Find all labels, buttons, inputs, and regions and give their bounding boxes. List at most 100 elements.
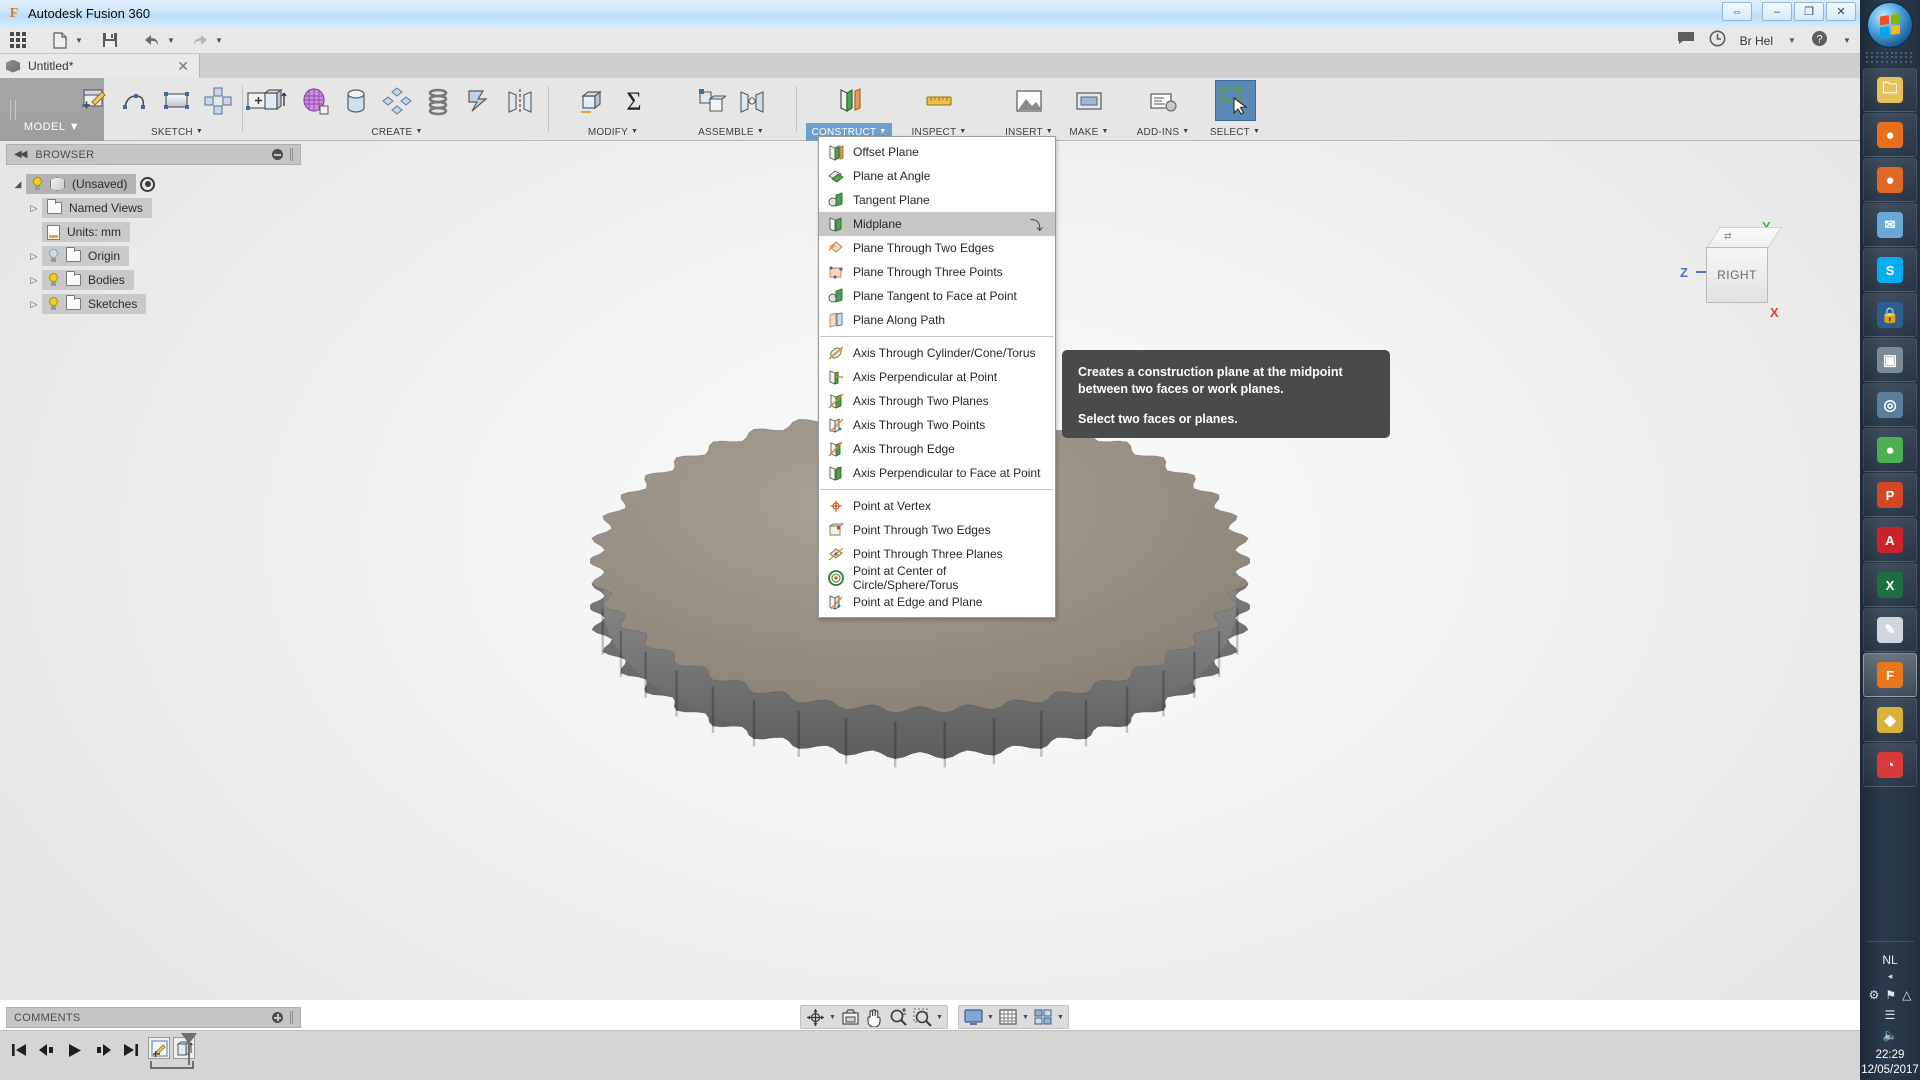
offset-plane-icon[interactable]: [829, 80, 870, 121]
display-chevron-down-icon[interactable]: ▼: [985, 1014, 996, 1021]
taskbar-item-disc[interactable]: ◎: [1863, 383, 1917, 427]
ribbon-group-label-modify[interactable]: MODIFY▼: [558, 123, 668, 141]
taskbar-date[interactable]: 12/05/2017: [1860, 1064, 1920, 1076]
ribbon-group-label-sketch[interactable]: SKETCH▼: [118, 123, 236, 141]
menu-item-axis-through-edge[interactable]: Axis Through Edge: [819, 437, 1055, 461]
sigma-icon[interactable]: Σ: [613, 80, 654, 121]
menu-item-plane-at-angle[interactable]: Plane at Angle: [819, 164, 1055, 188]
menu-item-tangent-plane[interactable]: Tangent Plane: [819, 188, 1055, 212]
add-comment-icon[interactable]: [272, 1012, 283, 1023]
ribbon-group-label-select[interactable]: SELECT▼: [1200, 123, 1270, 141]
ribbon-group-label-assemble[interactable]: ASSEMBLE▼: [676, 123, 786, 141]
ribbon-group-label-create[interactable]: CREATE▼: [252, 123, 542, 141]
action-center-icon[interactable]: ☰: [1885, 1008, 1896, 1022]
zoom-chevron-down-icon[interactable]: ▼: [934, 1014, 945, 1021]
spline-icon[interactable]: [116, 80, 157, 121]
menu-item-axis-perpendicular-at-point[interactable]: Axis Perpendicular at Point: [819, 365, 1055, 389]
menu-item-plane-along-path[interactable]: Plane Along Path: [819, 308, 1055, 332]
language-indicator[interactable]: NL: [1860, 945, 1920, 971]
visibility-bulb-icon[interactable]: [31, 177, 43, 191]
account-name[interactable]: Br Hel: [1740, 34, 1773, 48]
mirror-icon[interactable]: [500, 80, 541, 121]
taskbar-item-acrobat[interactable]: A: [1863, 518, 1917, 562]
taskbar-item-fusion360[interactable]: F: [1863, 653, 1917, 697]
display-settings-icon[interactable]: [961, 1007, 985, 1028]
taskbar-item-notepad[interactable]: ✎: [1863, 608, 1917, 652]
view-cube[interactable]: Y Z X ⇄ RIGHT: [1678, 219, 1796, 329]
undo-chevron-down-icon[interactable]: ▼: [166, 29, 176, 51]
new-component-icon[interactable]: [690, 80, 731, 121]
dropbox-icon[interactable]: ⚙: [1869, 988, 1880, 1002]
tree-item-named-views[interactable]: ▷ Named Views: [10, 196, 305, 220]
comments-resize-grip[interactable]: [290, 1011, 293, 1024]
save-icon[interactable]: [98, 29, 122, 51]
press-pull-icon[interactable]: [572, 80, 613, 121]
ribbon-group-label-addins[interactable]: ADD-INS▼: [1120, 123, 1206, 141]
select-window-icon[interactable]: [1215, 80, 1256, 121]
menu-item-midplane[interactable]: Midplane⤵: [819, 212, 1055, 236]
expander-collapsed-icon[interactable]: ▷: [26, 275, 42, 286]
viewports-chevron-down-icon[interactable]: ▼: [1055, 1014, 1066, 1021]
orbit-chevron-down-icon[interactable]: ▼: [827, 1014, 838, 1021]
play-icon[interactable]: [66, 1041, 84, 1059]
menu-item-offset-plane[interactable]: Offset Plane: [819, 140, 1055, 164]
visibility-bulb-icon[interactable]: [47, 273, 59, 287]
browser-resize-grip[interactable]: [290, 148, 293, 161]
taskbar-item-chrome[interactable]: ●: [1863, 428, 1917, 472]
close-button[interactable]: ✕: [1826, 2, 1856, 21]
collapse-browser-icon[interactable]: ◀◀: [14, 149, 25, 160]
taskbar-grip[interactable]: [1866, 52, 1914, 64]
help-icon[interactable]: ?: [1811, 30, 1828, 52]
taskbar-item-monitor[interactable]: ▣: [1863, 338, 1917, 382]
account-chevron-down-icon[interactable]: ▼: [1787, 30, 1797, 52]
sketch-pattern-icon[interactable]: [198, 80, 239, 121]
menu-item-point-through-two-edges[interactable]: Point Through Two Edges: [819, 518, 1055, 542]
taskbar-clock[interactable]: 22:29: [1860, 1046, 1920, 1064]
windows-start-orb-icon[interactable]: [1867, 2, 1913, 48]
view-cube-top-face[interactable]: [1706, 227, 1782, 249]
measure-icon[interactable]: [919, 80, 960, 121]
taskbar-item-skype[interactable]: S: [1863, 248, 1917, 292]
visibility-bulb-icon[interactable]: [47, 249, 59, 263]
flag-icon[interactable]: ⚑: [1885, 988, 1896, 1002]
taskbar-item-lock[interactable]: 🔒: [1863, 293, 1917, 337]
taskbar-item-excel[interactable]: X: [1863, 563, 1917, 607]
go-to-end-icon[interactable]: [122, 1041, 140, 1059]
go-to-beginning-icon[interactable]: [10, 1041, 28, 1059]
timeline-playhead-marker[interactable]: [188, 1035, 190, 1065]
taskbar-item-firefox-dev[interactable]: ●: [1863, 158, 1917, 202]
show-hidden-icons-icon[interactable]: ◂: [1860, 971, 1920, 986]
minimize-button[interactable]: –: [1762, 2, 1792, 21]
browser-minus-icon[interactable]: [272, 149, 283, 160]
cylinder-icon[interactable]: [336, 80, 377, 121]
expander-collapsed-icon[interactable]: ▷: [26, 299, 42, 310]
tree-item-origin[interactable]: ▷ Origin: [10, 244, 305, 268]
pattern-icon[interactable]: [377, 80, 418, 121]
menu-item-point-through-three-planes[interactable]: Point Through Three Planes: [819, 542, 1055, 566]
taskbar-item-mail[interactable]: ✉: [1863, 203, 1917, 247]
network-icon[interactable]: △: [1902, 988, 1911, 1002]
file-menu-chevron-down-icon[interactable]: ▼: [74, 29, 84, 51]
active-component-icon[interactable]: [140, 177, 155, 192]
menu-item-axis-through-two-planes[interactable]: Axis Through Two Planes: [819, 389, 1055, 413]
menu-item-plane-through-two-edges[interactable]: Plane Through Two Edges: [819, 236, 1055, 260]
tree-item-bodies[interactable]: ▷ Bodies: [10, 268, 305, 292]
orbit-icon[interactable]: [803, 1007, 827, 1028]
tree-item-sketches[interactable]: ▷ Sketches: [10, 292, 305, 316]
menu-item-plane-tangent-to-face-at-point[interactable]: Plane Tangent to Face at Point: [819, 284, 1055, 308]
step-back-icon[interactable]: [38, 1041, 56, 1059]
ribbon-group-label-make[interactable]: MAKE▼: [1052, 123, 1126, 141]
scripts-addins-icon[interactable]: [1143, 80, 1184, 121]
sweep-icon[interactable]: [459, 80, 500, 121]
construct-dropdown-menu[interactable]: Offset PlanePlane at AngleTangent PlaneM…: [818, 136, 1056, 618]
zoom-window-icon[interactable]: [910, 1007, 934, 1028]
menu-item-axis-through-cylinder-cone-torus[interactable]: Axis Through Cylinder/Cone/Torus: [819, 341, 1055, 365]
sketch-feature-icon[interactable]: [148, 1037, 170, 1059]
menu-item-point-at-edge-and-plane[interactable]: Point at Edge and Plane: [819, 590, 1055, 614]
redo-icon[interactable]: [188, 29, 212, 51]
zoom-icon[interactable]: [886, 1007, 910, 1028]
document-tab[interactable]: Untitled* ✕: [0, 54, 200, 78]
step-forward-icon[interactable]: [94, 1041, 112, 1059]
visibility-bulb-icon[interactable]: [47, 297, 59, 311]
app-grid-icon[interactable]: [6, 29, 30, 51]
